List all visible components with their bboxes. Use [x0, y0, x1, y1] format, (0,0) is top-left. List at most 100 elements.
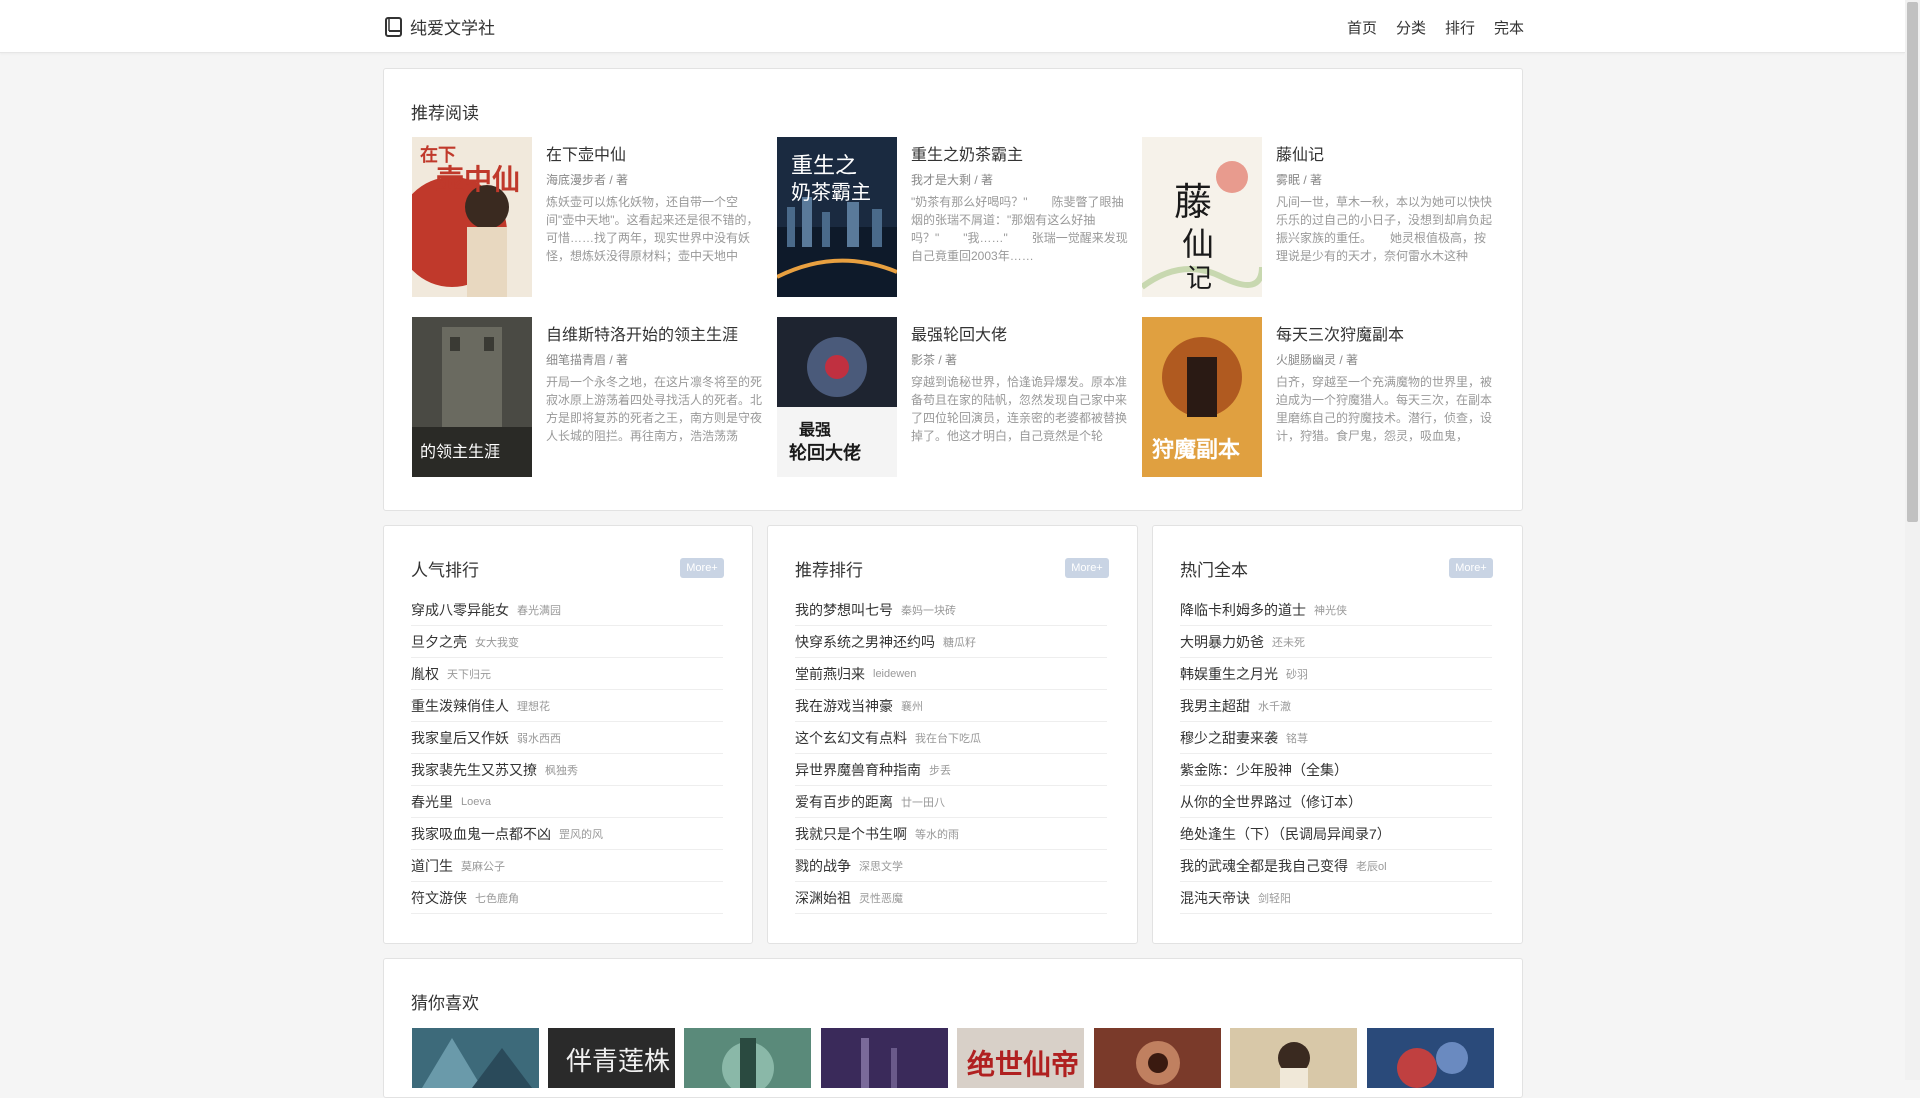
book-title[interactable]: 重生之奶茶霸主	[911, 141, 1023, 165]
book-title[interactable]: 最强轮回大佬	[911, 321, 1007, 345]
list-item[interactable]: 我男主超甜 水千澈	[1180, 690, 1492, 722]
book-cover[interactable]: 重生之 奶茶霸主	[777, 137, 897, 297]
book-title[interactable]: 爱有百步的距离	[795, 792, 893, 812]
book-title[interactable]: 重生泼辣俏佳人	[411, 696, 509, 716]
book-title[interactable]: 我的武魂全都是我自己变得	[1180, 856, 1348, 876]
book-title[interactable]: 我家吸血鬼一点都不凶	[411, 824, 551, 844]
book-title[interactable]: 我男主超甜	[1180, 696, 1250, 716]
list-item[interactable]: 我在游戏当神豪 襄州	[795, 690, 1107, 722]
list-item[interactable]: 我的武魂全都是我自己变得 老辰ol	[1180, 850, 1492, 882]
list-item[interactable]: 穆少之甜妻来袭 铭荨	[1180, 722, 1492, 754]
book-title[interactable]: 这个玄幻文有点料	[795, 728, 907, 748]
book-cover-image: 最强 轮回大佬	[777, 317, 897, 477]
book-cover[interactable]: 在下 壶中仙	[412, 137, 532, 297]
book-title[interactable]: 大明暴力奶爸	[1180, 632, 1264, 652]
book-cover[interactable]	[1230, 1028, 1357, 1088]
list-item[interactable]: 重生泼辣俏佳人 理想花	[411, 690, 723, 722]
list-item[interactable]: 我家裴先生又苏又撩 枫独秀	[411, 754, 723, 786]
list-item[interactable]: 爱有百步的距离 廿一田八	[795, 786, 1107, 818]
site-logo[interactable]: 纯爱文学社	[384, 14, 495, 39]
book-title[interactable]: 穆少之甜妻来袭	[1180, 728, 1278, 748]
book-title[interactable]: 在下壶中仙	[546, 141, 626, 165]
list-item[interactable]: 我家吸血鬼一点都不凶 罡风的风	[411, 818, 723, 850]
book-title[interactable]: 我就只是个书生啊	[795, 824, 907, 844]
book-title[interactable]: 藤仙记	[1276, 141, 1324, 165]
book-title[interactable]: 深渊始祖	[795, 888, 851, 908]
list-item[interactable]: 我的梦想叫七号 秦妈一块砖	[795, 594, 1107, 626]
book-title[interactable]: 异世界魔兽育种指南	[795, 760, 921, 780]
page-scrollbar[interactable]	[1905, 0, 1920, 1080]
book-cover[interactable]	[684, 1028, 811, 1088]
book-title[interactable]: 胤权	[411, 664, 439, 684]
book-title[interactable]: 戮的战争	[795, 856, 851, 876]
book-card[interactable]: 狩魔副本 每天三次狩魔副本 火腿肠幽灵 / 著 白齐，穿越至一个充满魔物的世界里…	[1142, 317, 1494, 477]
list-item[interactable]: 紫金陈：少年股神（全集）	[1180, 754, 1492, 786]
list-item[interactable]: 旦夕之壳 女大我变	[411, 626, 723, 658]
book-card[interactable]: 在下 壶中仙 在下壶中仙 海底漫步者 / 著 炼妖壶可以炼化妖物，还自带一个空间…	[412, 137, 764, 297]
more-button[interactable]: More+	[680, 558, 724, 578]
book-title[interactable]: 从你的全世界路过（修订本）	[1180, 792, 1362, 812]
book-title[interactable]: 绝处逢生（下）（民调局异闻录7）	[1180, 824, 1391, 844]
list-item[interactable]: 胤权 天下归元	[411, 658, 723, 690]
book-title[interactable]: 符文游侠	[411, 888, 467, 908]
book-card[interactable]: 的领主生涯 自维斯特洛开始的领主生涯 细笔描青眉 / 著 开局一个永冬之地，在这…	[412, 317, 764, 477]
list-item[interactable]: 我就只是个书生啊 等水的雨	[795, 818, 1107, 850]
book-title[interactable]: 穿成八零异能女	[411, 600, 509, 620]
book-title[interactable]: 快穿系统之男神还约吗	[795, 632, 935, 652]
list-item[interactable]: 我家皇后又作妖 弱水西西	[411, 722, 723, 754]
book-cover[interactable]: 最强 轮回大佬	[777, 317, 897, 477]
guess-title: 猜你喜欢	[411, 994, 479, 1013]
svg-text:重生之: 重生之	[791, 154, 857, 179]
book-cover[interactable]	[1094, 1028, 1221, 1088]
list-item[interactable]: 大明暴力奶爸 还未死	[1180, 626, 1492, 658]
book-cover[interactable]: 狩魔副本	[1142, 317, 1262, 477]
list-item[interactable]: 韩娱重生之月光 砂羽	[1180, 658, 1492, 690]
list-item[interactable]: 堂前燕归来 leidewen	[795, 658, 1107, 690]
book-cover[interactable]: 藤 仙 记	[1142, 137, 1262, 297]
book-title[interactable]: 我的梦想叫七号	[795, 600, 893, 620]
list-item[interactable]: 快穿系统之男神还约吗 糖瓜籽	[795, 626, 1107, 658]
more-button[interactable]: More+	[1065, 558, 1109, 578]
book-title[interactable]: 韩娱重生之月光	[1180, 664, 1278, 684]
nav-category[interactable]: 分类	[1396, 17, 1426, 38]
book-cover[interactable]: 的领主生涯	[412, 317, 532, 477]
book-title[interactable]: 堂前燕归来	[795, 664, 865, 684]
list-item[interactable]: 深渊始祖 灵性恶魔	[795, 882, 1107, 914]
book-cover[interactable]: 绝世仙帝	[957, 1028, 1084, 1088]
list-item[interactable]: 符文游侠 七色鹿角	[411, 882, 723, 914]
scrollbar-thumb[interactable]	[1907, 2, 1918, 522]
list-item[interactable]: 降临卡利姆多的道士 神光侠	[1180, 594, 1492, 626]
book-title[interactable]: 紫金陈：少年股神（全集）	[1180, 760, 1348, 780]
book-title[interactable]: 自维斯特洛开始的领主生涯	[546, 321, 738, 345]
list-item[interactable]: 从你的全世界路过（修订本）	[1180, 786, 1492, 818]
book-cover[interactable]	[1367, 1028, 1494, 1088]
book-title[interactable]: 春光里	[411, 792, 453, 812]
book-title[interactable]: 道门生	[411, 856, 453, 876]
book-cover[interactable]	[821, 1028, 948, 1088]
list-item[interactable]: 穿成八零异能女 春光满园	[411, 594, 723, 626]
book-title[interactable]: 我家裴先生又苏又撩	[411, 760, 537, 780]
list-item[interactable]: 戮的战争 深思文学	[795, 850, 1107, 882]
more-button[interactable]: More+	[1449, 558, 1493, 578]
book-title[interactable]: 我家皇后又作妖	[411, 728, 509, 748]
nav-finished[interactable]: 完本	[1494, 17, 1524, 38]
list-item[interactable]: 这个玄幻文有点料 我在台下吃瓜	[795, 722, 1107, 754]
nav-ranking[interactable]: 排行	[1445, 17, 1475, 38]
book-author: 理想花	[517, 700, 550, 713]
nav-home[interactable]: 首页	[1347, 17, 1377, 38]
list-item[interactable]: 混沌天帝诀 剑轻阳	[1180, 882, 1492, 914]
book-card[interactable]: 重生之 奶茶霸主 重生之奶茶霸主 我才是大剩 / 著 "奶茶有那么好喝吗？" 陈…	[777, 137, 1129, 297]
book-title[interactable]: 混沌天帝诀	[1180, 888, 1250, 908]
list-item[interactable]: 绝处逢生（下）（民调局异闻录7）	[1180, 818, 1492, 850]
book-card[interactable]: 藤 仙 记 藤仙记 雾眠 / 著 凡间一世，草木一秋，本以为她可以快快乐乐的过自…	[1142, 137, 1494, 297]
list-item[interactable]: 异世界魔兽育种指南 步丢	[795, 754, 1107, 786]
book-title[interactable]: 我在游戏当神豪	[795, 696, 893, 716]
book-title[interactable]: 降临卡利姆多的道士	[1180, 600, 1306, 620]
book-card[interactable]: 最强 轮回大佬 最强轮回大佬 影茶 / 著 穿越到诡秘世界，恰逢诡异爆发。原本准…	[777, 317, 1129, 477]
list-item[interactable]: 道门生 莫麻公子	[411, 850, 723, 882]
list-item[interactable]: 春光里 Loeva	[411, 786, 723, 818]
book-title[interactable]: 每天三次狩魔副本	[1276, 321, 1404, 345]
book-cover[interactable]: 伴青莲株	[548, 1028, 675, 1088]
book-title[interactable]: 旦夕之壳	[411, 632, 467, 652]
book-cover[interactable]	[412, 1028, 539, 1088]
